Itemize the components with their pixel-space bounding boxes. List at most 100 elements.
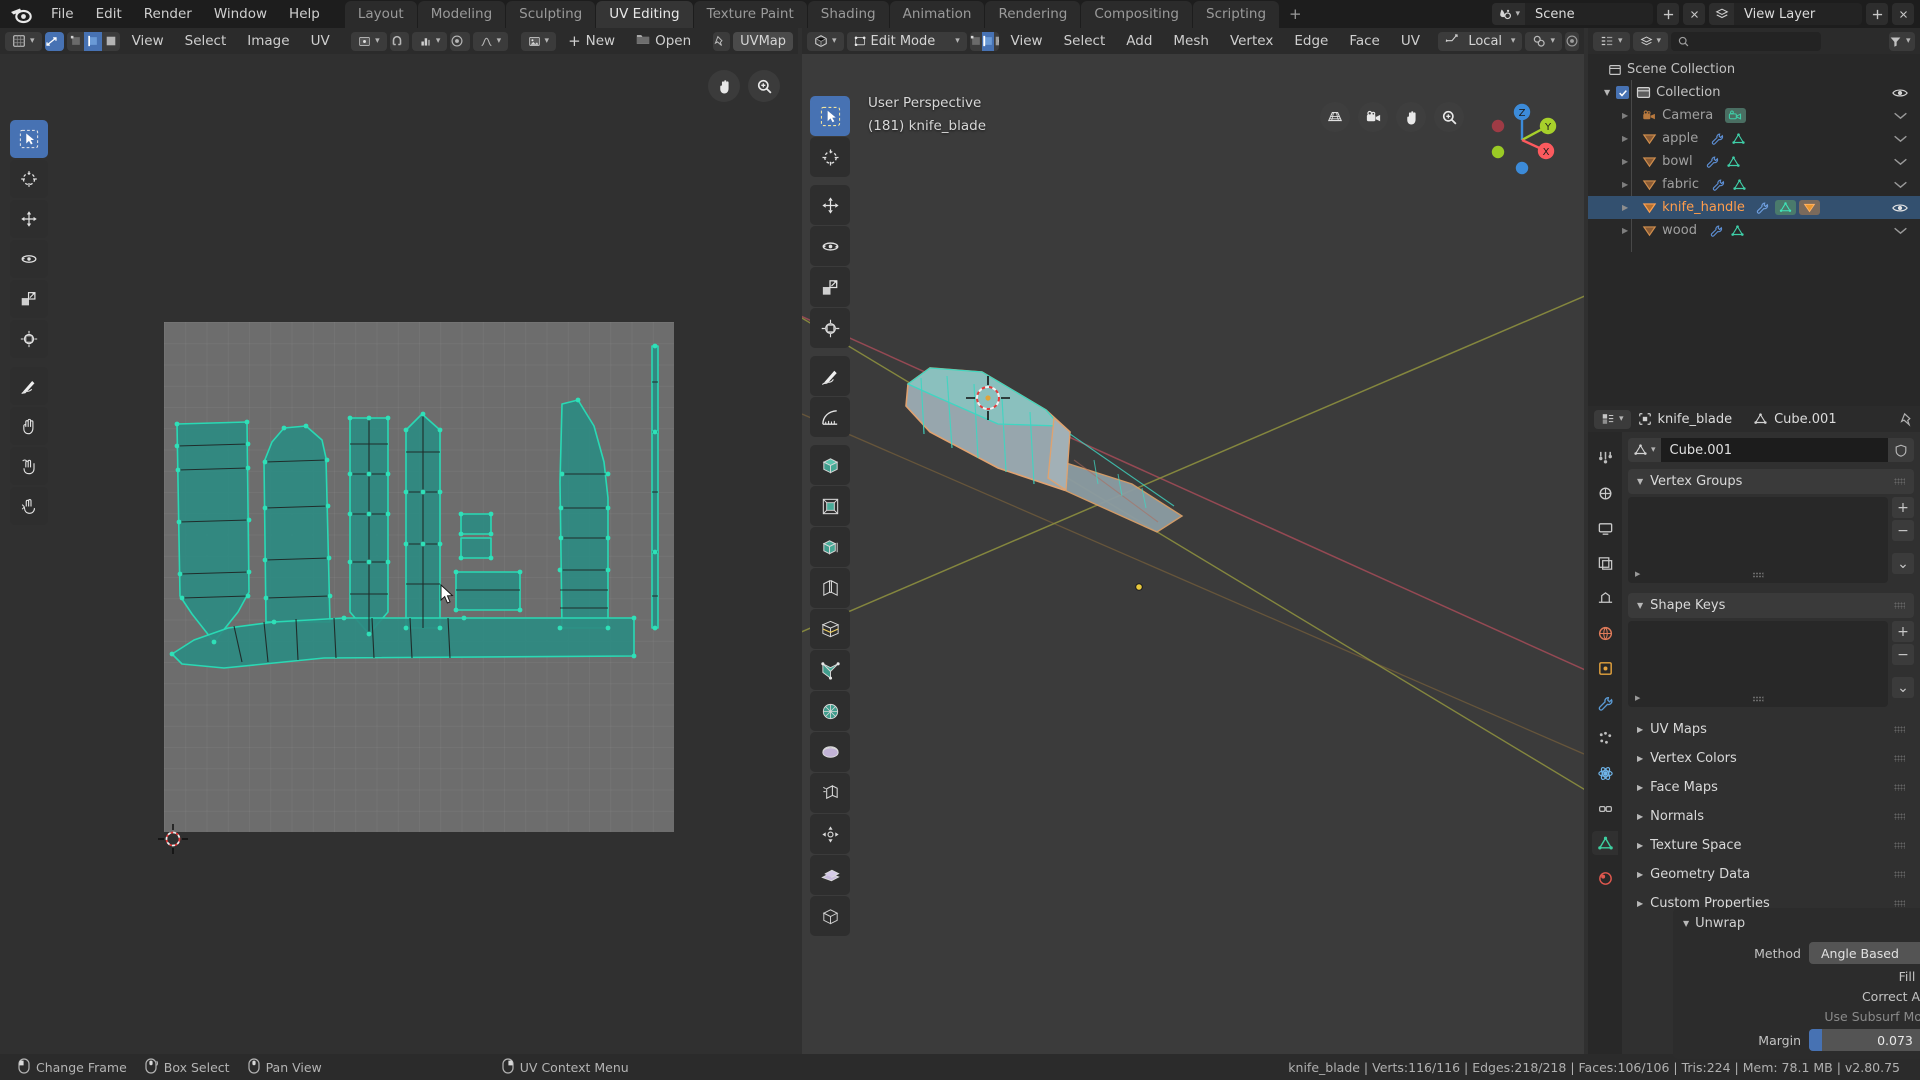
vp-tool-shear[interactable] — [810, 896, 850, 936]
properties-tab-object[interactable] — [1592, 656, 1618, 680]
outliner-row-wood[interactable]: ▶ wood — [1588, 219, 1920, 242]
uv-select-mode-group[interactable] — [66, 31, 120, 51]
remove-view-layer-button[interactable] — [1892, 3, 1914, 25]
vp-zoom-view-icon[interactable] — [1434, 102, 1464, 132]
panel-shape-keys[interactable]: ▼ Shape Keys — [1628, 593, 1914, 618]
listbox-grip[interactable] — [1752, 696, 1764, 702]
vp-tool-tweak[interactable] — [810, 96, 850, 136]
vertex-groups-listbox[interactable]: ▶ — [1628, 497, 1888, 583]
outliner-tree[interactable]: Scene Collection ▼ Collection ▶ Camera ▶… — [1588, 54, 1920, 406]
uv-pin-icon[interactable] — [712, 31, 731, 51]
scene-selector[interactable]: ▾ Scene — [1492, 3, 1653, 25]
uv-snap-target-button[interactable]: ▾ — [411, 31, 448, 51]
uv-image-bounds[interactable] — [164, 322, 674, 832]
menu-edit[interactable]: Edit — [85, 3, 133, 25]
margin-slider[interactable]: 0.073 — [1809, 1029, 1920, 1051]
uvmap-name-field[interactable]: UVMap — [733, 31, 794, 51]
unwrap-operator-panel[interactable]: ▼ Unwrap Method Angle Based ▾ Fill Holes… — [1673, 908, 1920, 1059]
uv-pan-view-button[interactable] — [708, 70, 740, 102]
edge-select-icon[interactable] — [84, 31, 102, 51]
uv-menu-view[interactable]: View — [123, 32, 173, 50]
properties-tab-object-data[interactable] — [1592, 831, 1618, 855]
properties-tab-constraints[interactable] — [1592, 796, 1618, 820]
interaction-mode-dropdown[interactable]: Edit Mode ▾ — [846, 31, 967, 51]
viewport-axis-gizmo[interactable]: Z Y X — [1478, 96, 1566, 184]
properties-breadcrumb-data[interactable]: Cube.001 — [1753, 412, 1837, 427]
vp-menu-add[interactable]: Add — [1117, 32, 1161, 50]
tab-sculpting[interactable]: Sculpting — [506, 1, 596, 28]
panel-grip[interactable] — [1894, 755, 1905, 762]
collection-checkbox[interactable] — [1616, 86, 1630, 99]
scene-name-field[interactable]: Scene — [1525, 3, 1653, 25]
uv-tool-tweak[interactable] — [10, 120, 48, 158]
uv-snap-magnet-icon[interactable] — [389, 31, 409, 51]
mesh-data-browse-button[interactable]: ▾ — [1628, 438, 1661, 462]
vp-tool-shrink-fatten[interactable] — [810, 855, 850, 895]
outliner-editor-type-button[interactable]: ▾ — [1593, 31, 1630, 51]
vp-menu-view[interactable]: View — [1002, 32, 1052, 50]
mesh-data-icon[interactable] — [1726, 155, 1741, 169]
uv-tool-move[interactable] — [10, 200, 48, 238]
triangle-right-icon[interactable]: ▶ — [1622, 180, 1628, 189]
vp-tool-loop-cut[interactable] — [810, 609, 850, 649]
modifier-icon[interactable] — [1709, 224, 1724, 238]
mesh-select-mode-group[interactable] — [969, 31, 999, 51]
modifier-icon[interactable] — [1710, 132, 1725, 146]
outliner-row-bowl[interactable]: ▶ bowl — [1588, 150, 1920, 173]
face-select-icon[interactable] — [102, 32, 120, 51]
menu-file[interactable]: File — [40, 3, 85, 25]
uv-tool-scale[interactable] — [10, 280, 48, 318]
outliner-filter-button[interactable]: ▾ — [1889, 31, 1915, 51]
triangle-down-icon[interactable]: ▼ — [1604, 88, 1610, 97]
uv-sync-selection-toggle[interactable] — [44, 31, 64, 51]
uv-menu-uv[interactable]: UV — [302, 32, 339, 50]
vp-tool-inset-faces[interactable] — [810, 527, 850, 567]
edge-mode-icon[interactable] — [981, 31, 994, 51]
remove-scene-button[interactable] — [1683, 3, 1705, 25]
fake-user-icon[interactable] — [1888, 438, 1914, 462]
panel-grip[interactable] — [1894, 478, 1905, 485]
properties-tab-render[interactable] — [1592, 481, 1618, 505]
panel-vertex-colors[interactable]: ▶ Vertex Colors — [1628, 746, 1914, 771]
method-dropdown[interactable]: Angle Based ▾ — [1809, 942, 1920, 964]
new-scene-button[interactable] — [1657, 3, 1679, 25]
triangle-right-icon[interactable]: ▶ — [1635, 694, 1640, 702]
uv-menu-image[interactable]: Image — [238, 32, 298, 50]
properties-tab-output[interactable] — [1592, 516, 1618, 540]
properties-editor-type-button[interactable]: ▾ — [1594, 409, 1631, 429]
outliner-search-input[interactable] — [1671, 31, 1822, 51]
face-mode-icon[interactable] — [994, 32, 999, 51]
vp-menu-select[interactable]: Select — [1055, 32, 1115, 50]
modifier-icon[interactable] — [1755, 201, 1770, 215]
vp-menu-edge[interactable]: Edge — [1285, 32, 1337, 50]
tab-layout[interactable]: Layout — [344, 1, 417, 28]
mesh-object-icon[interactable] — [1798, 200, 1820, 215]
tab-texture-paint[interactable]: Texture Paint — [693, 1, 807, 28]
remove-vertex-group-button[interactable]: − — [1892, 520, 1914, 541]
camera-row-expand[interactable] — [1893, 104, 1908, 127]
scene-icon[interactable]: ▾ — [1492, 3, 1525, 25]
properties-tab-modifiers[interactable] — [1592, 691, 1618, 715]
uv-tool-relax[interactable] — [10, 447, 48, 485]
add-shape-key-button[interactable]: + — [1892, 621, 1914, 642]
triangle-right-icon[interactable]: ▶ — [1622, 134, 1628, 143]
viewport-canvas[interactable]: User Perspective (181) knife_blade Z Y X — [802, 54, 1584, 1054]
uv-falloff-button[interactable]: ▾ — [472, 31, 509, 51]
uv-editor-type-button[interactable]: ▾ — [5, 31, 42, 51]
menu-window[interactable]: Window — [203, 3, 278, 25]
tab-uv-editing[interactable]: UV Editing — [596, 1, 693, 28]
view-layer-selector[interactable]: View Layer — [1709, 3, 1862, 25]
mesh-data-icon[interactable] — [1774, 200, 1796, 215]
panel-grip[interactable] — [1894, 602, 1905, 609]
uv-canvas[interactable] — [0, 54, 798, 1054]
vp-tool-knife[interactable] — [810, 650, 850, 690]
vertex-group-specials-menu[interactable]: ⌄ — [1892, 553, 1914, 574]
uv-zoom-view-button[interactable] — [748, 70, 780, 102]
wood-row-expand[interactable] — [1893, 219, 1908, 242]
panel-normals[interactable]: ▶ Normals — [1628, 804, 1914, 829]
uv-tool-cursor[interactable] — [10, 160, 48, 198]
properties-tab-particles[interactable] — [1592, 726, 1618, 750]
uv-open-image-button[interactable]: Open — [627, 32, 700, 50]
viewport-editor-type-button[interactable]: ▾ — [807, 31, 844, 51]
camera-data-badge-icon[interactable] — [1725, 108, 1747, 123]
